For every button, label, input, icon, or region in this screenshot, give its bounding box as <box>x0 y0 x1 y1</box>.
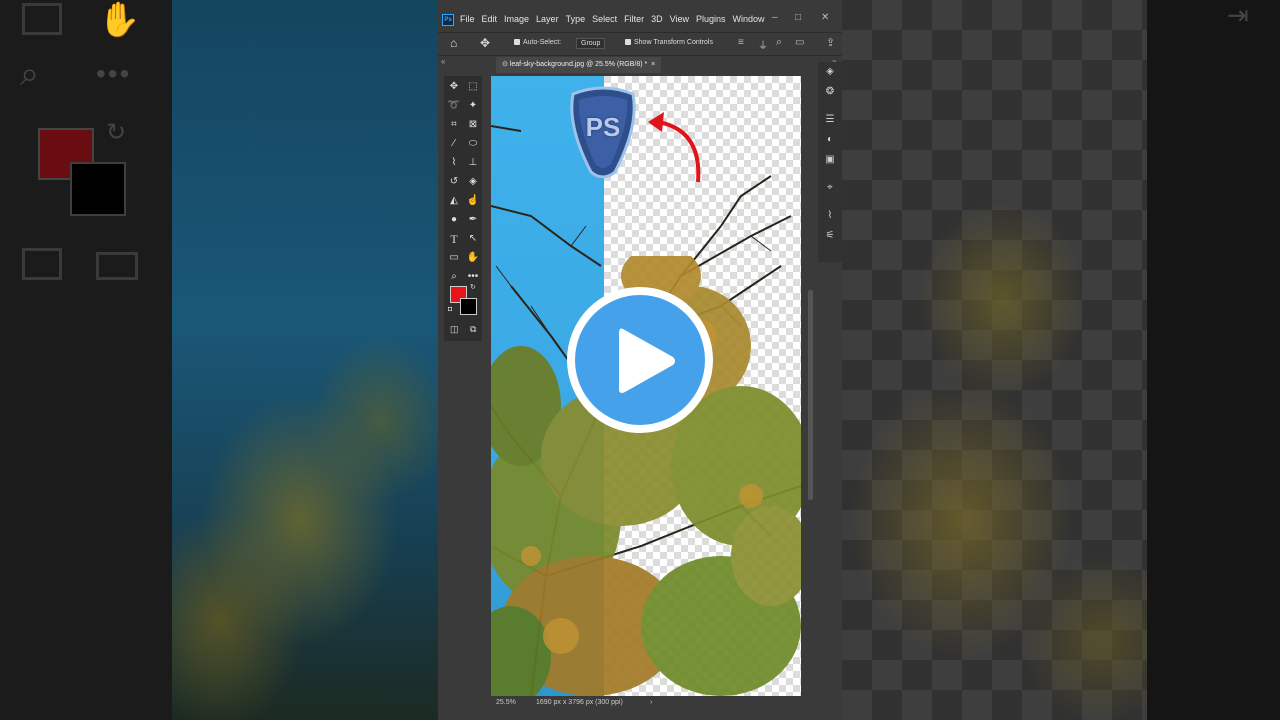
close-button[interactable]: ✕ <box>821 12 829 23</box>
type-icon[interactable]: T <box>445 230 463 248</box>
hand-icon[interactable]: ✋ <box>464 249 482 267</box>
menu-file[interactable]: File <box>460 14 475 24</box>
canvas-scrollbar[interactable] <box>808 290 813 500</box>
ghost-swap-icon: ↻ <box>106 119 127 146</box>
channels-icon[interactable]: ❂ <box>818 82 842 102</box>
share-icon[interactable]: ⇪ <box>826 36 835 49</box>
ghost-panel-icon: ⇥ <box>1227 0 1249 30</box>
menu-view[interactable]: View <box>670 14 689 24</box>
play-button[interactable] <box>567 287 713 433</box>
ghost-rectangle-icon <box>22 3 62 35</box>
smudge-icon[interactable]: ☝ <box>464 192 482 210</box>
ghost-background-swatch <box>70 162 126 216</box>
right-ghost-panel <box>1147 0 1280 720</box>
move-tool-preset-icon[interactable]: ✥ <box>480 36 490 50</box>
swatches-icon[interactable]: ▣ <box>818 150 842 170</box>
minimize-button[interactable]: – <box>772 12 778 23</box>
menu-edit[interactable]: Edit <box>482 14 498 24</box>
menu-filter[interactable]: Filter <box>624 14 644 24</box>
align-icon[interactable]: ≡ <box>738 37 744 48</box>
workspace-icon[interactable]: ▭ <box>795 37 804 48</box>
maximize-button[interactable]: □ <box>795 12 801 23</box>
rectangle-icon[interactable]: ▭ <box>445 249 463 267</box>
home-icon[interactable]: ⌂ <box>450 36 457 50</box>
menu-plugins[interactable]: Plugins <box>696 14 726 24</box>
brush-icon[interactable]: ⌇ <box>445 154 463 172</box>
document-info: 1690 px x 3796 px (300 ppi) <box>536 699 623 706</box>
swap-colors-icon[interactable]: ↻ <box>470 283 476 291</box>
menu-layer[interactable]: Layer <box>536 14 559 24</box>
document-tab-bar: ⊙ leaf-sky-background.jpg @ 25.5% (RGB/8… <box>490 57 800 73</box>
menu-3d[interactable]: 3D <box>651 14 663 24</box>
magic-wand-icon[interactable]: ✦ <box>464 97 482 115</box>
background-color-swatch[interactable] <box>460 298 477 315</box>
paths-icon[interactable]: ⌖ <box>818 178 842 198</box>
zoom-level[interactable]: 25.5% <box>496 699 516 706</box>
color-icon[interactable]: ◐ <box>818 130 842 150</box>
quickmask-icon[interactable]: ◫ <box>450 324 459 335</box>
ps-logo: Ps <box>442 14 454 26</box>
marquee-icon[interactable]: ⬚ <box>464 78 482 96</box>
menu-items: File Edit Image Layer Type Select Filter… <box>460 14 765 24</box>
ghost-hand-icon: ✋ <box>98 1 141 39</box>
brush-settings-icon[interactable]: ⌇ <box>818 206 842 226</box>
auto-select-checkbox[interactable]: Auto-Select: <box>514 39 561 46</box>
group-select[interactable]: Group <box>576 38 606 49</box>
status-bar: 25.5% 1690 px x 3796 px (300 ppi) › <box>490 697 842 711</box>
eraser-icon[interactable]: ◈ <box>464 173 482 191</box>
ghost-screenmode-icon <box>96 252 138 280</box>
ellipse-icon[interactable]: ⬭ <box>464 135 482 153</box>
adjustments-icon[interactable]: ☰ <box>818 110 842 130</box>
play-button-face <box>575 295 705 425</box>
zoom-icon[interactable]: ⌕ <box>445 268 463 286</box>
menu-image[interactable]: Image <box>504 14 529 24</box>
ps-badge-text: PS <box>585 112 621 142</box>
left-ghost-toolbox <box>0 0 172 720</box>
red-arrow-icon <box>648 112 701 183</box>
path-select-icon[interactable]: ↖ <box>464 230 482 248</box>
ps-badge: PS <box>567 86 639 179</box>
default-colors-icon[interactable]: ◘ <box>448 306 452 313</box>
document-tab[interactable]: ⊙ leaf-sky-background.jpg @ 25.5% (RGB/8… <box>496 57 662 73</box>
right-blurred-background: ⇥ <box>842 0 1280 720</box>
dodge-icon[interactable]: ● <box>445 211 463 229</box>
toolbox: ✥ ⬚ ➰ ✦ ⌗ ⊠ ⁄ ⬭ ⌇ ⊥ ↺ ◈ ◭ ☝ ● ✒ T ↖ ▭ ✋ … <box>444 76 482 341</box>
menu-window[interactable]: Window <box>733 14 765 24</box>
left-blurred-background: ✋ ⌕ ••• ↻ <box>0 0 438 720</box>
frame-icon[interactable]: ⊠ <box>464 116 482 134</box>
crop-icon[interactable]: ⌗ <box>445 116 463 134</box>
play-icon <box>619 328 675 393</box>
ghost-more-icon: ••• <box>96 58 132 89</box>
options-bar: ⌂ ✥ Auto-Select: Group Show Transform Co… <box>438 32 842 56</box>
eyedropper-icon[interactable]: ⁄ <box>445 135 463 153</box>
panel-dock: ◈ ❂ ☰ ◐ ▣ ⌖ ⌇ ⚟ <box>818 62 842 262</box>
lasso-icon[interactable]: ➰ <box>445 97 463 115</box>
history-brush-icon[interactable]: ↺ <box>445 173 463 191</box>
ghost-zoom-icon: ⌕ <box>20 55 40 93</box>
paint-bucket-icon[interactable]: ◭ <box>445 192 463 210</box>
checkbox-icon <box>514 39 520 46</box>
distribute-icon[interactable]: ⏚ <box>758 37 768 52</box>
ghost-quickmask-icon <box>22 248 62 280</box>
search-icon[interactable]: ⌕ <box>776 36 782 49</box>
screen-mode-icon[interactable]: ⧉ <box>470 324 476 335</box>
status-arrow-icon[interactable]: › <box>650 699 652 706</box>
show-transform-checkbox[interactable]: Show Transform Controls <box>625 39 713 46</box>
move-icon[interactable]: ✥ <box>445 78 463 96</box>
pen-icon[interactable]: ✒ <box>464 211 482 229</box>
stamp-icon[interactable]: ⊥ <box>464 154 482 172</box>
menu-select[interactable]: Select <box>592 14 617 24</box>
properties-icon[interactable]: ⚟ <box>818 226 842 246</box>
collapse-toolbox-icon[interactable]: « <box>441 57 445 66</box>
layers-icon[interactable]: ◈ <box>818 62 842 82</box>
menu-bar: Ps File Edit Image Layer Type Select Fil… <box>438 8 842 30</box>
menu-type[interactable]: Type <box>566 14 586 24</box>
checkbox-icon <box>625 39 631 46</box>
